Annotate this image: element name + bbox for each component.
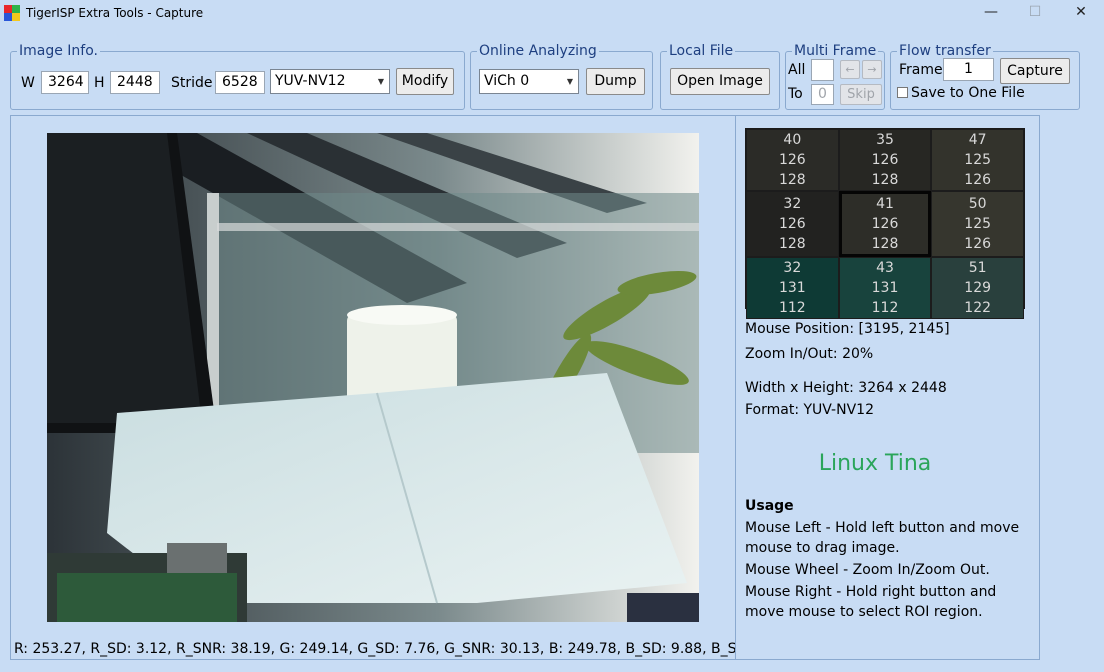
pixel-v-value: 128 (871, 172, 899, 188)
stride-label: Stride (171, 75, 213, 91)
pixel-v-value: 128 (871, 236, 899, 252)
channel-statistics: R: 253.27, R_SD: 3.12, R_SNR: 38.19, G: … (14, 641, 806, 657)
save-to-one-file-label: Save to One File (911, 85, 1025, 101)
pixel-u-value: 126 (778, 216, 806, 232)
multi-frame-legend: Multi Frame (792, 42, 879, 60)
open-image-button[interactable]: Open Image (670, 68, 770, 95)
usage-heading: Usage (745, 498, 794, 514)
dump-button[interactable]: Dump (586, 68, 645, 95)
image-info-legend: Image Info. (17, 42, 100, 60)
pixel-y-value: 47 (968, 132, 987, 148)
pixel-v-value: 112 (871, 300, 899, 316)
next-frame-button[interactable]: → (862, 60, 882, 79)
app-logo-icon (4, 5, 20, 21)
channel-select[interactable]: ViCh 0 ▼ (479, 69, 579, 94)
pixel-v-value: 112 (778, 300, 806, 316)
usage-mouse-left: Mouse Left - Hold left button and move m… (745, 520, 1020, 556)
pixel-cell: 32 126 128 (746, 191, 839, 257)
pixel-u-value: 125 (964, 152, 992, 168)
pixel-cell-center: 41 126 128 (838, 191, 932, 257)
pixel-u-value: 125 (964, 216, 992, 232)
frame-count-input[interactable]: 1 (943, 58, 994, 81)
modify-button[interactable]: Modify (396, 68, 454, 95)
minimize-button[interactable]: — (968, 0, 1014, 26)
pixel-y-value: 40 (783, 132, 802, 148)
pixel-y-value: 51 (968, 260, 987, 276)
pixel-v-value: 128 (778, 236, 806, 252)
width-input[interactable]: 3264 (41, 71, 89, 94)
pixel-cell: 51 129 122 (931, 257, 1024, 319)
channel-select-value: ViCh 0 (484, 73, 530, 89)
pixel-cell: 43 131 112 (838, 257, 932, 319)
pixel-y-value: 35 (876, 132, 894, 148)
platform-brand-label: Linux Tina (818, 451, 932, 476)
pixel-cell: 40 126 128 (746, 129, 839, 191)
save-to-one-file-checkbox[interactable] (897, 87, 908, 98)
pixel-cell: 50 125 126 (931, 191, 1024, 257)
capture-button[interactable]: Capture (1000, 58, 1070, 84)
chevron-down-icon: ▼ (377, 77, 384, 86)
pixel-u-value: 126 (871, 216, 899, 232)
dimensions-readout: Width x Height: 3264 x 2448 (745, 380, 947, 396)
zoom-readout: Zoom In/Out: 20% (745, 346, 874, 362)
maximize-button[interactable]: ☐ (1012, 0, 1058, 26)
local-file-legend: Local File (667, 42, 736, 60)
title-bar: TigerISP Extra Tools - Capture — ☐ ✕ (0, 0, 1104, 26)
format-readout: Format: YUV-NV12 (745, 402, 874, 418)
pixel-u-value: 131 (778, 280, 806, 296)
skip-button[interactable]: Skip (840, 84, 882, 105)
pixel-y-value: 32 (783, 260, 802, 276)
pixel-cell: 32 131 112 (746, 257, 839, 319)
stride-input[interactable]: 6528 (215, 71, 265, 94)
close-button[interactable]: ✕ (1058, 0, 1104, 26)
frame-label: Frame (899, 62, 943, 78)
pixel-v-value: 126 (964, 236, 992, 252)
pixel-v-value: 122 (964, 300, 992, 316)
pixel-y-value: 43 (876, 260, 894, 276)
pixel-u-value: 126 (778, 152, 806, 168)
to-frame-input[interactable]: 0 (811, 84, 834, 105)
pixel-u-value: 126 (871, 152, 899, 168)
captured-image (47, 133, 699, 622)
all-label: All (788, 62, 806, 78)
mouse-position-readout: Mouse Position: [3195, 2145] (745, 321, 950, 337)
pixel-v-value: 126 (964, 172, 992, 188)
captured-image-view[interactable] (47, 133, 699, 622)
to-label: To (788, 86, 803, 102)
all-frames-input[interactable] (811, 59, 834, 81)
pixel-y-value: 50 (968, 196, 987, 212)
usage-mouse-right: Mouse Right - Hold right button and move… (745, 584, 997, 620)
pixel-v-value: 128 (778, 172, 806, 188)
pixel-y-value: 32 (783, 196, 802, 212)
pixel-y-value: 41 (876, 196, 894, 212)
pixel-u-value: 131 (871, 280, 899, 296)
previous-frame-button[interactable]: ← (840, 60, 860, 79)
format-select-value: YUV-NV12 (275, 73, 346, 89)
pixel-cell: 35 126 128 (838, 129, 932, 191)
chevron-down-icon: ▼ (566, 77, 573, 86)
height-label: H (94, 75, 105, 91)
height-input[interactable]: 2448 (110, 71, 160, 94)
usage-mouse-wheel: Mouse Wheel - Zoom In/Zoom Out. (745, 562, 990, 578)
pixel-cell: 47 125 126 (931, 129, 1024, 191)
online-analyzing-legend: Online Analyzing (477, 42, 599, 60)
pixel-value-grid: 40 126 128 35 126 128 47 125 126 32 126 … (745, 128, 1025, 319)
window-title: TigerISP Extra Tools - Capture (26, 6, 204, 20)
width-label: W (21, 75, 35, 91)
format-select[interactable]: YUV-NV12 ▼ (270, 69, 390, 94)
pixel-u-value: 129 (964, 280, 992, 296)
